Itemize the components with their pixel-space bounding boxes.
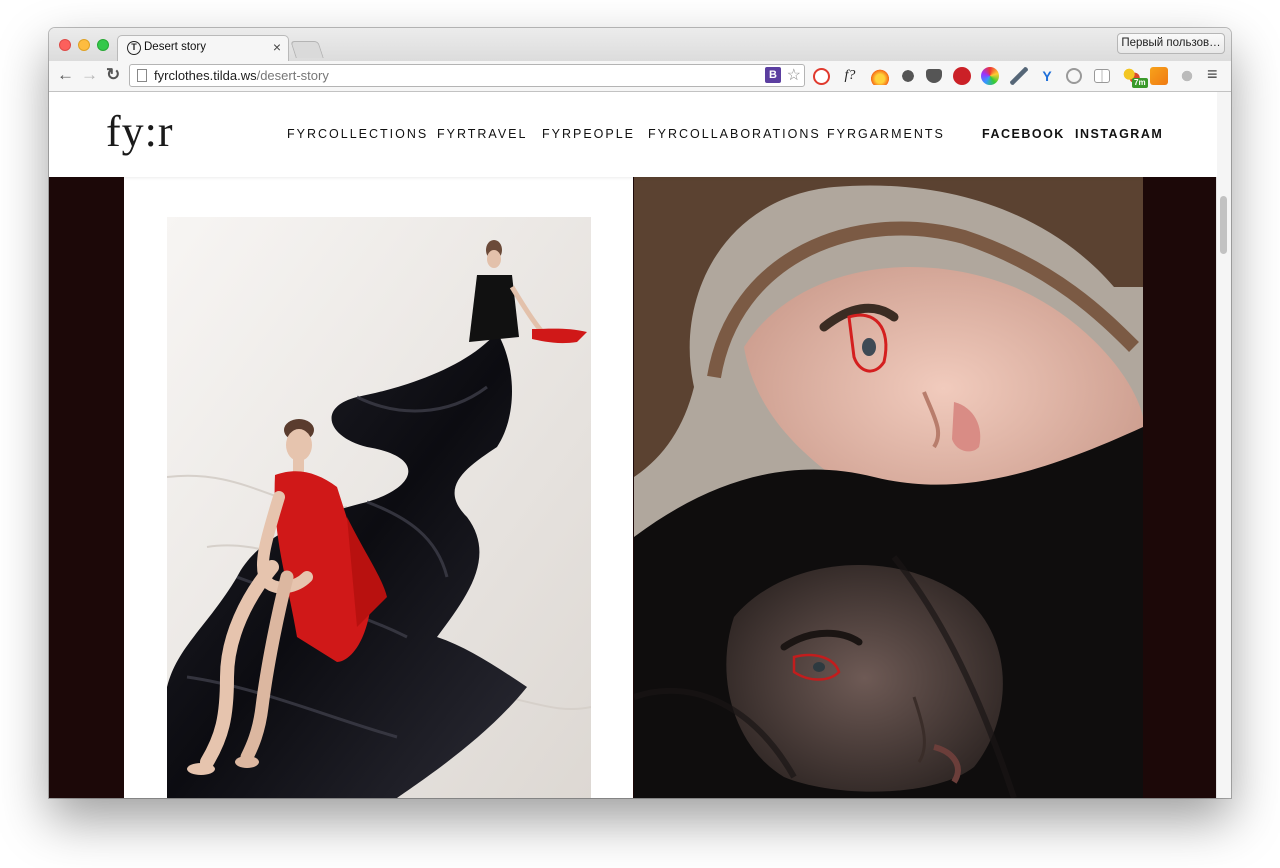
eyedropper-ext-icon[interactable] (1010, 67, 1028, 85)
nav-fyrgarments[interactable]: FYRGARMENTS (827, 127, 945, 141)
tab-title: Desert story (144, 41, 206, 53)
browser-window: T Desert story × Первый пользов… ← → ↻ f… (49, 28, 1231, 798)
nav-fyrtravel[interactable]: FYRTRAVEL (437, 127, 527, 141)
page-content: fy:r FYRCOLLECTIONS FYRTRAVEL FYRPEOPLE … (49, 92, 1217, 798)
site-logo[interactable]: fy:r (106, 106, 174, 157)
browser-toolbar: ← → ↻ fyrclothes.tilda.ws/desert-story B… (49, 61, 1231, 92)
address-bar[interactable]: fyrclothes.tilda.ws/desert-story B ☆ (129, 64, 805, 87)
desert-photo[interactable] (167, 217, 591, 798)
new-tab-button[interactable] (290, 41, 324, 58)
scrollbar-thumb[interactable] (1220, 196, 1227, 254)
analytics-ext-icon[interactable] (1150, 67, 1168, 85)
formula-ext-icon[interactable]: f? (841, 67, 859, 85)
bookmark-ext-icon[interactable]: B (765, 67, 781, 83)
back-icon[interactable]: ← (57, 65, 74, 85)
menu-icon[interactable]: ≡ (1207, 64, 1218, 84)
tab-close-icon[interactable]: × (273, 39, 281, 55)
url-path: /desert-story (256, 68, 329, 83)
nav-fyrpeople[interactable]: FYRPEOPLE (542, 127, 635, 141)
evernote-ext-icon[interactable] (899, 67, 917, 85)
url-host: fyrclothes.tilda.ws (154, 68, 257, 83)
pinterest-ext-icon[interactable] (953, 67, 971, 85)
site-header: fy:r FYRCOLLECTIONS FYRTRAVEL FYRPEOPLE … (49, 92, 1217, 177)
forward-icon[interactable]: → (81, 65, 98, 85)
facebook-link[interactable]: FACEBOOK (982, 127, 1065, 141)
close-window-button[interactable] (59, 39, 71, 51)
pocket-ext-icon[interactable] (926, 69, 942, 83)
nav-fyrcollaborations[interactable]: FYRCOLLABORATIONS (648, 127, 821, 141)
desert-photo-illustration (167, 217, 591, 798)
instagram-link[interactable]: INSTAGRAM (1075, 127, 1163, 141)
fire-ext-icon[interactable] (871, 67, 889, 85)
yandex-ext-icon[interactable]: Y (1038, 67, 1056, 85)
refresh-ext-icon[interactable] (1066, 68, 1082, 84)
tab-bar: T Desert story × Первый пользов… (49, 28, 1231, 61)
star-icon[interactable]: ☆ (787, 65, 801, 85)
paw-ext-icon[interactable] (1178, 67, 1196, 85)
maximize-window-button[interactable] (97, 39, 109, 51)
minimize-window-button[interactable] (78, 39, 90, 51)
nav-fyrcollections[interactable]: FYRCOLLECTIONS (287, 127, 428, 141)
profile-button[interactable]: Первый пользов… (1117, 33, 1225, 54)
portrait-photo-illustration (634, 177, 1143, 798)
tilda-favicon-icon: T (127, 41, 141, 55)
color-ext-icon[interactable] (981, 67, 999, 85)
reload-icon[interactable]: ↻ (106, 65, 120, 85)
vertical-scrollbar[interactable] (1216, 92, 1231, 798)
tab-desert-story[interactable]: T Desert story × (117, 35, 289, 61)
weather-badge: 7m (1132, 78, 1148, 88)
reader-ext-icon[interactable] (1094, 69, 1110, 83)
shield-ext-icon[interactable] (813, 68, 830, 85)
url-text[interactable]: fyrclothes.tilda.ws/desert-story (154, 68, 329, 83)
page-icon (137, 69, 147, 82)
portrait-photo[interactable] (634, 177, 1143, 798)
